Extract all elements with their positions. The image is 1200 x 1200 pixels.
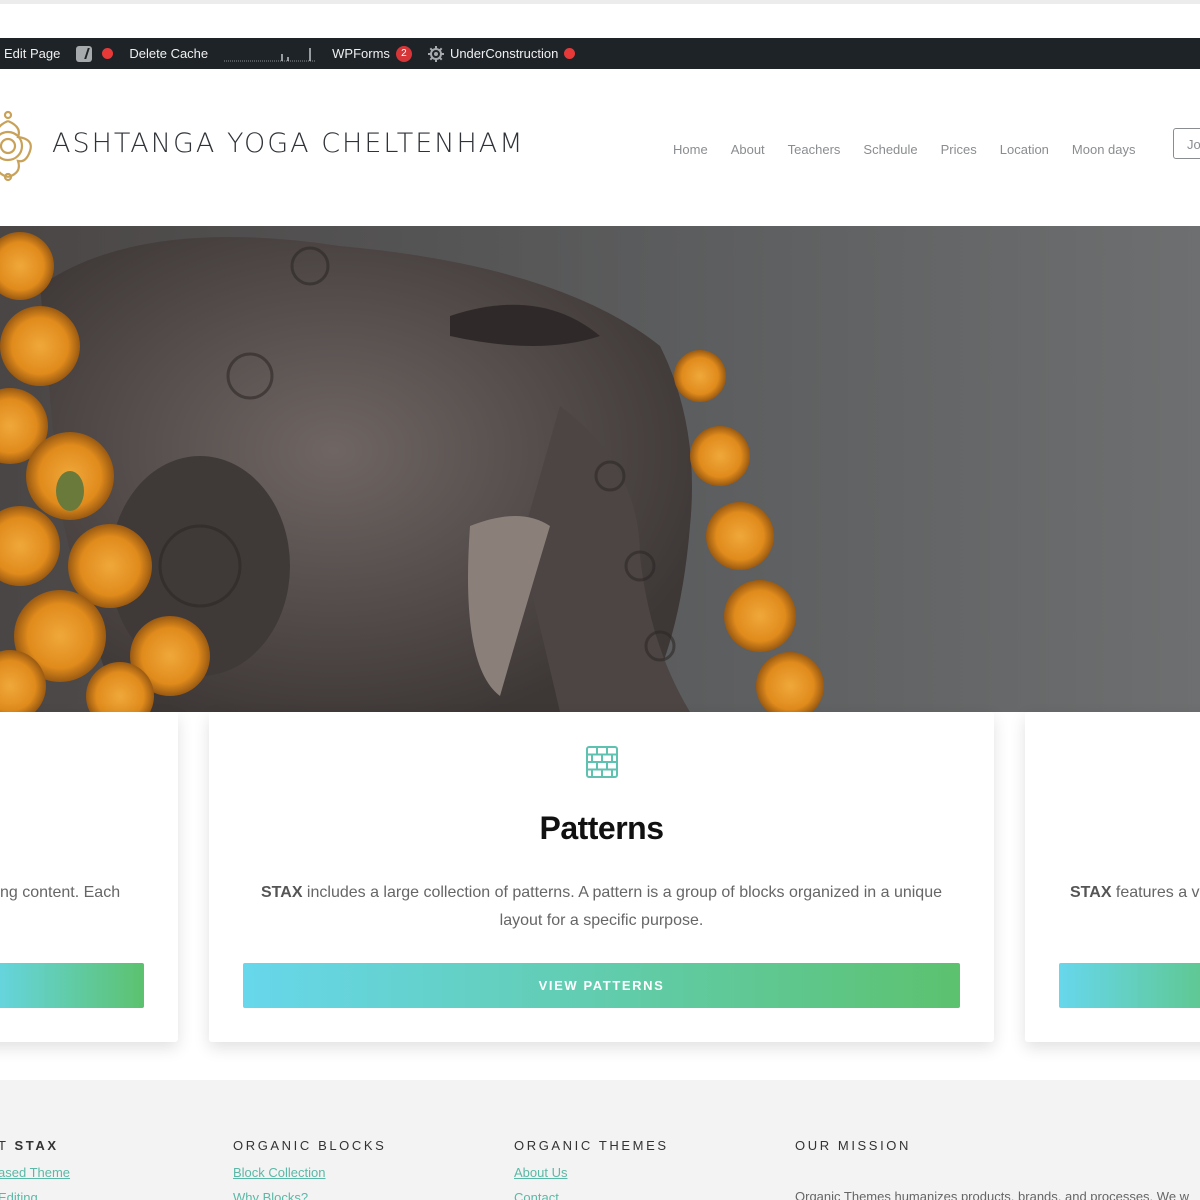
card-right-text: STAX features a v bbox=[1070, 879, 1200, 907]
underconstruction-status-icon bbox=[564, 48, 576, 59]
nav-location[interactable]: Location bbox=[1000, 143, 1049, 156]
wp-admin-bar: Edit Page Delete Cache WPForms 2 UnderCo… bbox=[0, 38, 1200, 69]
card-left-text: ng content. Each bbox=[0, 884, 121, 901]
site-title[interactable]: ASHTANGA YOGA CHELTENHAM bbox=[52, 128, 525, 159]
mandala-logo-icon[interactable] bbox=[0, 107, 36, 185]
hero-image bbox=[0, 226, 1200, 712]
edit-page-link[interactable]: Edit Page bbox=[0, 38, 68, 69]
footer-link[interactable]: ased Theme bbox=[0, 1165, 70, 1180]
wpforms-label: WPForms bbox=[332, 46, 390, 61]
footer-col-stax: T STAX ased Theme Editing bbox=[0, 1138, 70, 1200]
footer-heading-organic-themes: ORGANIC THEMES bbox=[514, 1138, 669, 1153]
card-description: STAX includes a large collection of patt… bbox=[239, 879, 964, 935]
underconstruction-label: UnderConstruction bbox=[449, 46, 559, 61]
card-right-brand: STAX bbox=[1070, 884, 1112, 901]
view-patterns-button[interactable]: VIEW PATTERNS bbox=[243, 963, 960, 1008]
footer-link[interactable]: Block Collection bbox=[233, 1165, 386, 1180]
footer-mission-text: Organic Themes humanizes products, brand… bbox=[795, 1189, 1190, 1200]
footer-col-organic-themes: ORGANIC THEMES About Us Contact bbox=[514, 1138, 669, 1200]
card-patterns: Patterns STAX includes a large collectio… bbox=[209, 712, 994, 1042]
nav-schedule[interactable]: Schedule bbox=[863, 143, 917, 156]
nav-join-button[interactable]: Jo bbox=[1173, 128, 1200, 159]
yoast-icon bbox=[76, 45, 93, 62]
footer-link[interactable]: Why Blocks? bbox=[233, 1190, 386, 1200]
card-title: Patterns bbox=[539, 810, 664, 846]
site-footer: T STAX ased Theme Editing ORGANIC BLOCKS… bbox=[0, 1080, 1200, 1200]
ganesha-statue-image bbox=[0, 226, 1200, 712]
nav-home[interactable]: Home bbox=[673, 143, 708, 156]
browser-top-strip bbox=[0, 0, 1200, 38]
delete-cache-label: Delete Cache bbox=[129, 46, 209, 61]
footer-link[interactable]: Contact bbox=[514, 1190, 669, 1200]
card-desc-brand: STAX bbox=[261, 884, 303, 901]
nav-teachers[interactable]: Teachers bbox=[788, 143, 841, 156]
main-nav: Home About Teachers Schedule Prices Loca… bbox=[673, 143, 1159, 156]
nav-prices[interactable]: Prices bbox=[941, 143, 977, 156]
delete-cache-link[interactable]: Delete Cache bbox=[121, 38, 216, 69]
card-right-button[interactable] bbox=[1059, 963, 1200, 1008]
footer-link[interactable]: Editing bbox=[0, 1190, 70, 1200]
brick-wall-icon bbox=[586, 746, 618, 778]
footer-heading-our-mission: OUR MISSION bbox=[795, 1138, 911, 1153]
footer-col-our-mission: OUR MISSION Organic Themes humanizes pro… bbox=[795, 1138, 1189, 1200]
card-left-button[interactable] bbox=[0, 963, 144, 1008]
status-dot-icon bbox=[102, 48, 114, 59]
nav-moon-days[interactable]: Moon days bbox=[1072, 143, 1136, 156]
footer-col-organic-blocks: ORGANIC BLOCKS Block Collection Why Bloc… bbox=[233, 1138, 386, 1200]
underconstruction-menu[interactable]: UnderConstruction bbox=[420, 38, 583, 69]
stats-menu[interactable] bbox=[216, 38, 324, 69]
card-right: STAX features a v bbox=[1025, 712, 1200, 1042]
wpforms-count-badge: 2 bbox=[395, 45, 412, 62]
footer-heading-organic-blocks: ORGANIC BLOCKS bbox=[233, 1138, 387, 1153]
card-left: ng content. Each bbox=[0, 712, 178, 1042]
stats-sparkline-icon bbox=[224, 47, 317, 61]
footer-heading-stax: T STAX bbox=[0, 1138, 70, 1153]
yoast-menu[interactable] bbox=[68, 38, 100, 69]
seo-status[interactable] bbox=[100, 38, 121, 69]
edit-page-label: Edit Page bbox=[4, 46, 61, 61]
footer-heading-bold: STAX bbox=[14, 1138, 59, 1153]
nav-about[interactable]: About bbox=[731, 143, 765, 156]
wpforms-menu[interactable]: WPForms 2 bbox=[324, 38, 420, 69]
card-desc-text: includes a large collection of patterns.… bbox=[302, 884, 942, 929]
footer-link[interactable]: About Us bbox=[514, 1165, 669, 1180]
footer-heading-prefix: T bbox=[0, 1138, 9, 1153]
card-right-rest: features a v bbox=[1111, 884, 1200, 901]
gear-icon bbox=[427, 45, 444, 62]
